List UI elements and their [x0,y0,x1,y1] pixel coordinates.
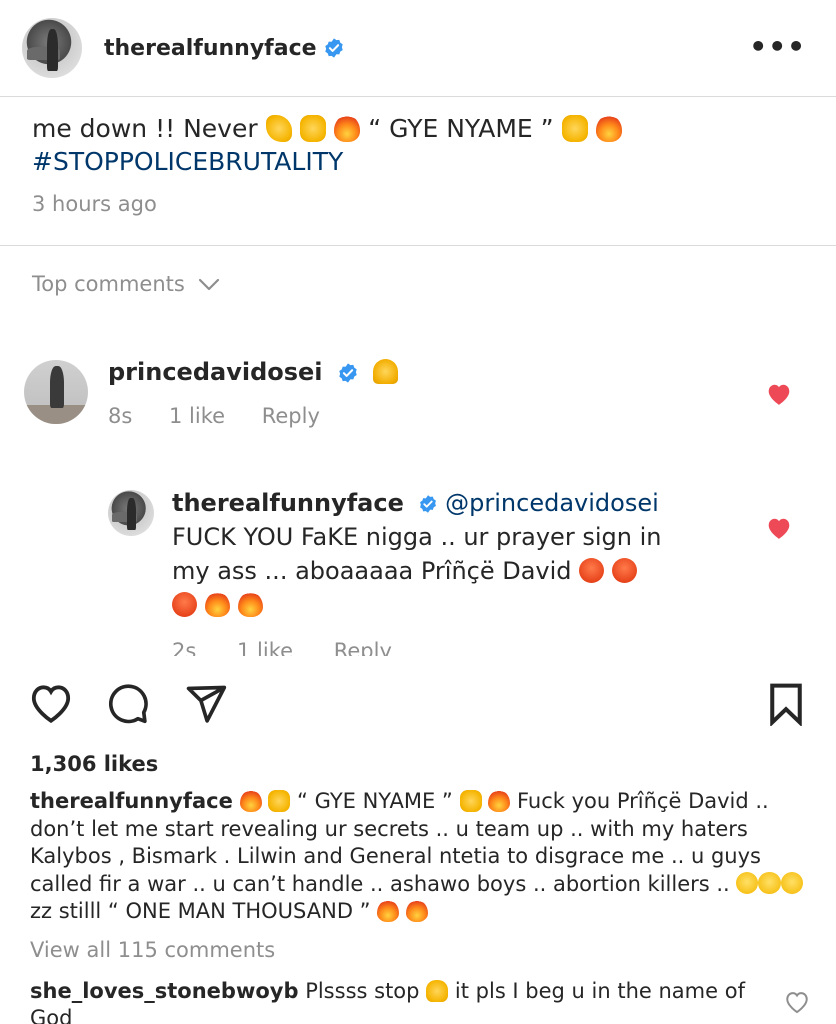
comment-body: princedavidosei [108,352,399,392]
commenter-avatar[interactable] [108,490,154,536]
comment-text: Plssss stop [305,979,420,1003]
author-avatar[interactable] [22,18,82,78]
fire-emoji-icon [595,115,623,142]
raised-fist-emoji-icon [299,115,327,142]
fire-emoji-icon [488,789,511,812]
like-heart-outline-icon[interactable] [784,990,810,1014]
caption-text: me down !! Never [32,114,258,143]
raised-fist-emoji-icon [459,789,482,812]
fire-emoji-icon [237,592,263,618]
comment-text: my ass ... aboaaaaa Prîñçë David [172,557,572,585]
header-divider [0,96,836,97]
angry-face-emoji-icon [579,558,605,584]
comment-meta: 8s 1 like Reply [108,404,350,428]
post-caption: me down !! Never “ GYE NYAME ” #STOPPOLI… [32,112,812,178]
caption-quote: “ GYE NYAME ” [368,114,554,143]
hashtag-link[interactable]: #STOPPOLICEBRUTALITY [32,147,343,176]
commenter-username[interactable]: therealfunnyface [172,489,404,517]
fire-emoji-icon [377,899,400,922]
rolling-laughing-emoji-icon [780,872,803,895]
author-username[interactable]: therealfunnyface [104,36,317,61]
verified-badge-icon [419,495,436,513]
fire-emoji-icon [405,899,429,922]
comment-meta: 2s 1 like Reply [172,636,426,656]
thumbs-down-emoji-icon [265,115,292,142]
reply-button[interactable]: Reply [334,639,392,656]
caption-username[interactable]: therealfunnyface [30,789,233,813]
raised-fist-emoji-icon [561,115,588,142]
caption-divider [0,245,836,246]
comment-age: 8s [108,404,133,428]
fire-emoji-icon [239,789,262,812]
liked-heart-icon[interactable] [766,382,792,406]
fire-emoji-icon [333,115,361,142]
verified-badge-icon [324,38,343,58]
angry-face-emoji-icon [172,592,198,618]
comment-text: FUCK YOU FaKE nigga .. ur prayer sign in [172,523,662,551]
rolling-laughing-emoji-icon [758,872,781,895]
view-all-comments-link[interactable]: View all 115 comments [30,938,275,962]
raised-hand-emoji-icon [426,979,449,1002]
like-heart-icon[interactable] [28,682,74,724]
liked-heart-icon[interactable] [766,516,792,540]
mention-link[interactable]: @princedavidosei [445,489,659,517]
likes-count[interactable]: 1,306 likes [30,752,158,776]
comment-likes-link[interactable]: 1 like [237,639,293,656]
action-bar [28,682,808,728]
fire-emoji-icon [204,592,231,618]
verified-badge-icon [339,363,357,383]
post-caption-full: therealfunnyface “ GYE NYAME ” Fuck you … [30,788,810,926]
folded-hands-emoji-icon [373,359,399,385]
share-send-icon[interactable] [184,682,228,726]
top-comments-dropdown[interactable]: Top comments [32,272,221,296]
raised-fist-emoji-icon [268,789,291,812]
reply-button[interactable]: Reply [262,404,320,428]
caption-text: zz stilll “ ONE MAN THOUSAND ” [30,899,371,923]
bookmark-save-icon[interactable] [766,682,806,726]
commenter-username[interactable]: princedavidosei [108,358,323,386]
caption-text: “ GYE NYAME ” [297,789,453,813]
chevron-down-icon [198,278,219,291]
comment-age: 2s [172,639,197,656]
preview-comment: she_loves_stonebwoyb Plssss stop it pls … [30,978,770,1024]
rolling-laughing-emoji-icon [736,872,759,895]
more-options-icon[interactable]: ••• [749,30,806,63]
top-comments-label: Top comments [32,272,185,296]
comment-body: therealfunnyface @princedavidosei FUCK Y… [172,486,732,622]
comment-bubble-icon[interactable] [106,682,150,726]
post-footer: 1,306 likes therealfunnyface “ GYE NYAME… [0,660,836,1024]
commenter-avatar[interactable] [24,360,88,424]
post-timestamp: 3 hours ago [32,192,157,216]
comment-likes-link[interactable]: 1 like [169,404,225,428]
commenter-username[interactable]: she_loves_stonebwoyb [30,979,299,1003]
angry-face-emoji-icon [612,558,638,584]
post-header: therealfunnyface ••• [0,0,836,96]
